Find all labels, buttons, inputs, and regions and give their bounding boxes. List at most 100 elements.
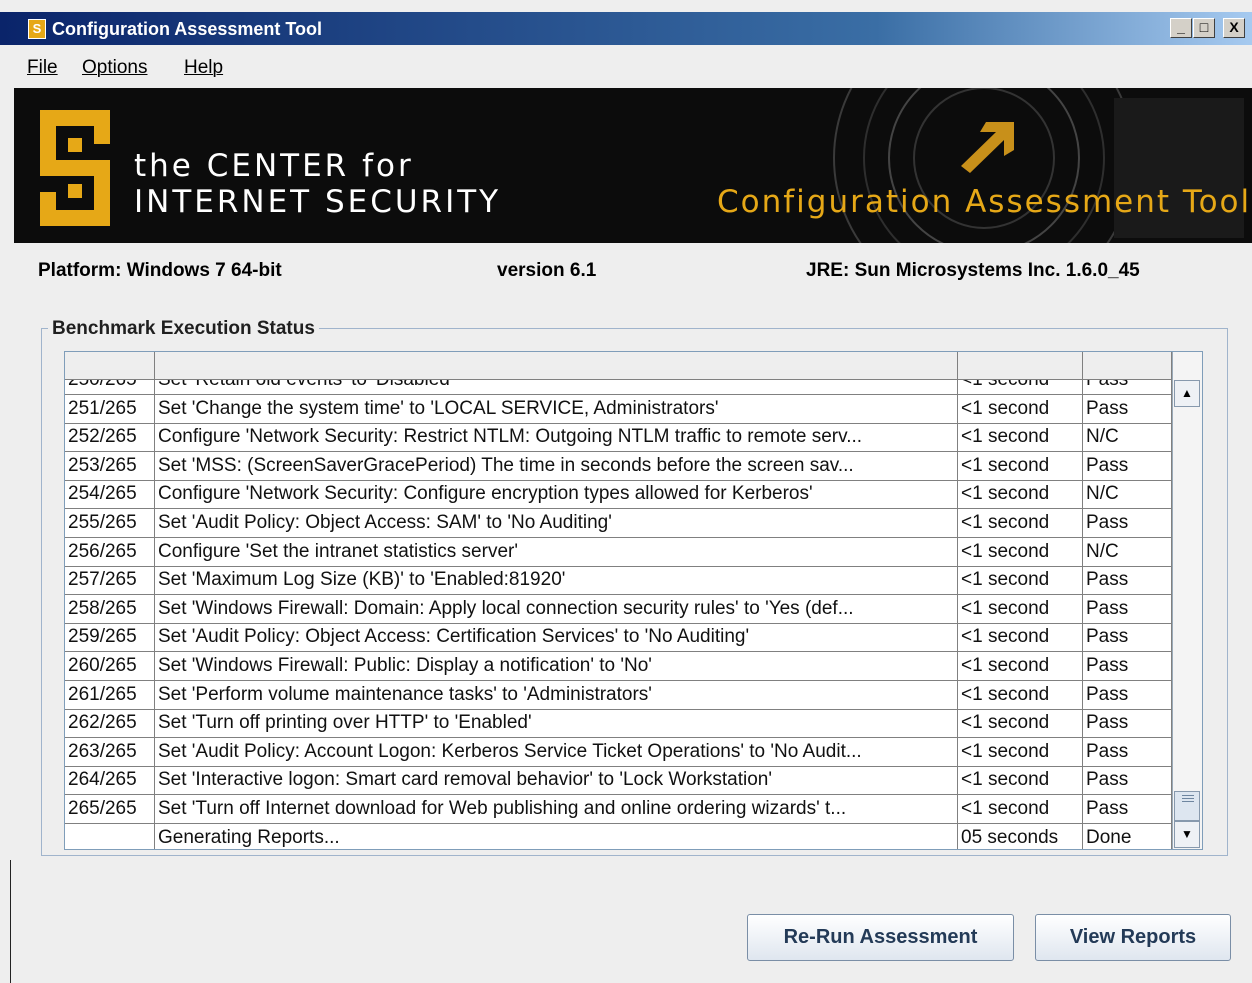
- row-number: 251/265: [65, 394, 155, 424]
- row-result: Pass: [1083, 737, 1172, 767]
- row-number: 252/265: [65, 423, 155, 453]
- table-row[interactable]: 252/265 Configure 'Network Security: Rest…: [65, 423, 1172, 453]
- table-row[interactable]: 264/265 Set 'Interactive logon: Smart car…: [65, 766, 1172, 796]
- table-row[interactable]: 256/265 Configure 'Set the intranet stati…: [65, 537, 1172, 567]
- row-duration: <1 second: [958, 623, 1083, 653]
- row-result: N/C: [1083, 480, 1172, 510]
- row-number: 258/265: [65, 594, 155, 624]
- row-description: Set 'Turn off Internet download for Web …: [155, 795, 958, 824]
- org-name-line2: INTERNET SECURITY: [134, 184, 502, 220]
- scroll-up-icon[interactable]: ▲: [1174, 380, 1200, 407]
- row-description: Set 'Perform volume maintenance tasks' t…: [155, 680, 958, 710]
- jre-value: Sun Microsystems Inc. 1.6.0_45: [854, 260, 1140, 281]
- row-result: N/C: [1083, 423, 1172, 453]
- row-result: Pass: [1083, 680, 1172, 710]
- row-description: Set 'MSS: (ScreenSaverGracePeriod) The t…: [155, 451, 958, 481]
- row-result: Pass: [1083, 380, 1172, 395]
- row-result: Done: [1083, 823, 1172, 849]
- row-duration: <1 second: [958, 652, 1083, 681]
- row-result: Pass: [1083, 566, 1172, 596]
- row-description: Set 'Change the system time' to 'LOCAL S…: [155, 394, 958, 424]
- row-result: Pass: [1083, 652, 1172, 681]
- table-row[interactable]: 251/265 Set 'Change the system time' to '…: [65, 394, 1172, 424]
- row-description: Set 'Retain old events' to 'Disabled': [155, 380, 958, 395]
- row-duration: <1 second: [958, 795, 1083, 824]
- row-number: [65, 823, 155, 849]
- row-description: Set 'Audit Policy: Object Access: Certif…: [155, 623, 958, 653]
- row-number: 255/265: [65, 509, 155, 538]
- table-row[interactable]: 263/265 Set 'Audit Policy: Account Logon:…: [65, 737, 1172, 767]
- row-result: Pass: [1083, 594, 1172, 624]
- row-description: Set 'Windows Firewall: Public: Display a…: [155, 652, 958, 681]
- row-result: N/C: [1083, 537, 1172, 567]
- row-number: 262/265: [65, 709, 155, 739]
- table-row[interactable]: 257/265 Set 'Maximum Log Size (KB)' to 'E…: [65, 566, 1172, 596]
- header-cell-duration[interactable]: [958, 352, 1083, 379]
- row-result: Pass: [1083, 709, 1172, 739]
- version-value: 6.1: [569, 260, 597, 281]
- row-result: Pass: [1083, 451, 1172, 481]
- table-row[interactable]: Generating Reports... 05 seconds Done: [65, 823, 1172, 849]
- close-button[interactable]: X: [1223, 18, 1245, 38]
- table-row[interactable]: 253/265 Set 'MSS: (ScreenSaverGracePeriod…: [65, 451, 1172, 481]
- row-number: 259/265: [65, 623, 155, 653]
- row-description: Generating Reports...: [155, 823, 958, 849]
- header-cell-description[interactable]: [155, 352, 958, 379]
- table-row[interactable]: 262/265 Set 'Turn off printing over HTTP'…: [65, 709, 1172, 739]
- table-row[interactable]: 260/265 Set 'Windows Firewall: Public: Di…: [65, 652, 1172, 681]
- table-row[interactable]: 265/265 Set 'Turn off Internet download f…: [65, 795, 1172, 824]
- row-description: Configure 'Network Security: Configure e…: [155, 480, 958, 510]
- cis-logo-icon: [40, 110, 110, 226]
- menu-file[interactable]: File: [27, 57, 58, 79]
- row-duration: <1 second: [958, 380, 1083, 395]
- header-cell-result[interactable]: [1083, 352, 1172, 379]
- version-info: version 6.1: [497, 260, 596, 282]
- row-number: 256/265: [65, 537, 155, 567]
- status-table: 250/265Set 'Retain old events' to 'Disab…: [64, 351, 1203, 850]
- window-title: Configuration Assessment Tool: [52, 19, 323, 39]
- platform-info: Platform: Windows 7 64-bit: [38, 260, 282, 282]
- table-row[interactable]: 250/265Set 'Retain old events' to 'Disab…: [65, 380, 1172, 395]
- row-number: 254/265: [65, 480, 155, 510]
- version-label: version: [497, 260, 565, 281]
- table-row[interactable]: 254/265 Configure 'Network Security: Conf…: [65, 480, 1172, 510]
- table-row[interactable]: 261/265 Set 'Perform volume maintenance t…: [65, 680, 1172, 710]
- row-duration: <1 second: [958, 680, 1083, 710]
- row-duration: 05 seconds: [958, 823, 1083, 849]
- table-row[interactable]: 255/265 Set 'Audit Policy: Object Access:…: [65, 509, 1172, 538]
- row-result: Pass: [1083, 623, 1172, 653]
- row-duration: <1 second: [958, 451, 1083, 481]
- row-result: Pass: [1083, 795, 1172, 824]
- row-description: Set 'Audit Policy: Account Logon: Kerber…: [155, 737, 958, 767]
- vertical-scrollbar[interactable]: ▲ ▼: [1172, 352, 1202, 849]
- row-duration: <1 second: [958, 766, 1083, 796]
- row-number: 265/265: [65, 795, 155, 824]
- menu-options[interactable]: Options: [82, 57, 147, 79]
- row-description: Set 'Audit Policy: Object Access: SAM' t…: [155, 509, 958, 538]
- table-row[interactable]: 258/265 Set 'Windows Firewall: Domain: Ap…: [65, 594, 1172, 624]
- menu-help[interactable]: Help: [184, 57, 223, 79]
- panel-title: Benchmark Execution Status: [48, 318, 319, 340]
- row-duration: <1 second: [958, 709, 1083, 739]
- maximize-button[interactable]: □: [1193, 18, 1215, 38]
- title-bar: S Configuration Assessment Tool _ □ X: [0, 12, 1252, 45]
- jre-info: JRE: Sun Microsystems Inc. 1.6.0_45: [806, 260, 1140, 282]
- table-body: 250/265Set 'Retain old events' to 'Disab…: [65, 380, 1172, 849]
- header-cell-number[interactable]: [65, 352, 155, 379]
- row-duration: <1 second: [958, 537, 1083, 567]
- table-row[interactable]: 259/265 Set 'Audit Policy: Object Access:…: [65, 623, 1172, 653]
- row-number: 253/265: [65, 451, 155, 481]
- scroll-down-icon[interactable]: ▼: [1174, 821, 1200, 848]
- row-duration: <1 second: [958, 394, 1083, 424]
- row-number: 260/265: [65, 652, 155, 681]
- org-name-line1: the CENTER for: [134, 148, 414, 184]
- window-frame: [0, 45, 10, 983]
- row-duration: <1 second: [958, 566, 1083, 596]
- minimize-button[interactable]: _: [1170, 18, 1192, 38]
- scroll-thumb[interactable]: [1174, 791, 1200, 821]
- view-reports-button[interactable]: View Reports: [1035, 914, 1231, 961]
- row-number: 250/265: [65, 380, 155, 395]
- table-header: [65, 352, 1172, 380]
- scroll-track[interactable]: [1174, 408, 1200, 822]
- rerun-assessment-button[interactable]: Re-Run Assessment: [747, 914, 1014, 961]
